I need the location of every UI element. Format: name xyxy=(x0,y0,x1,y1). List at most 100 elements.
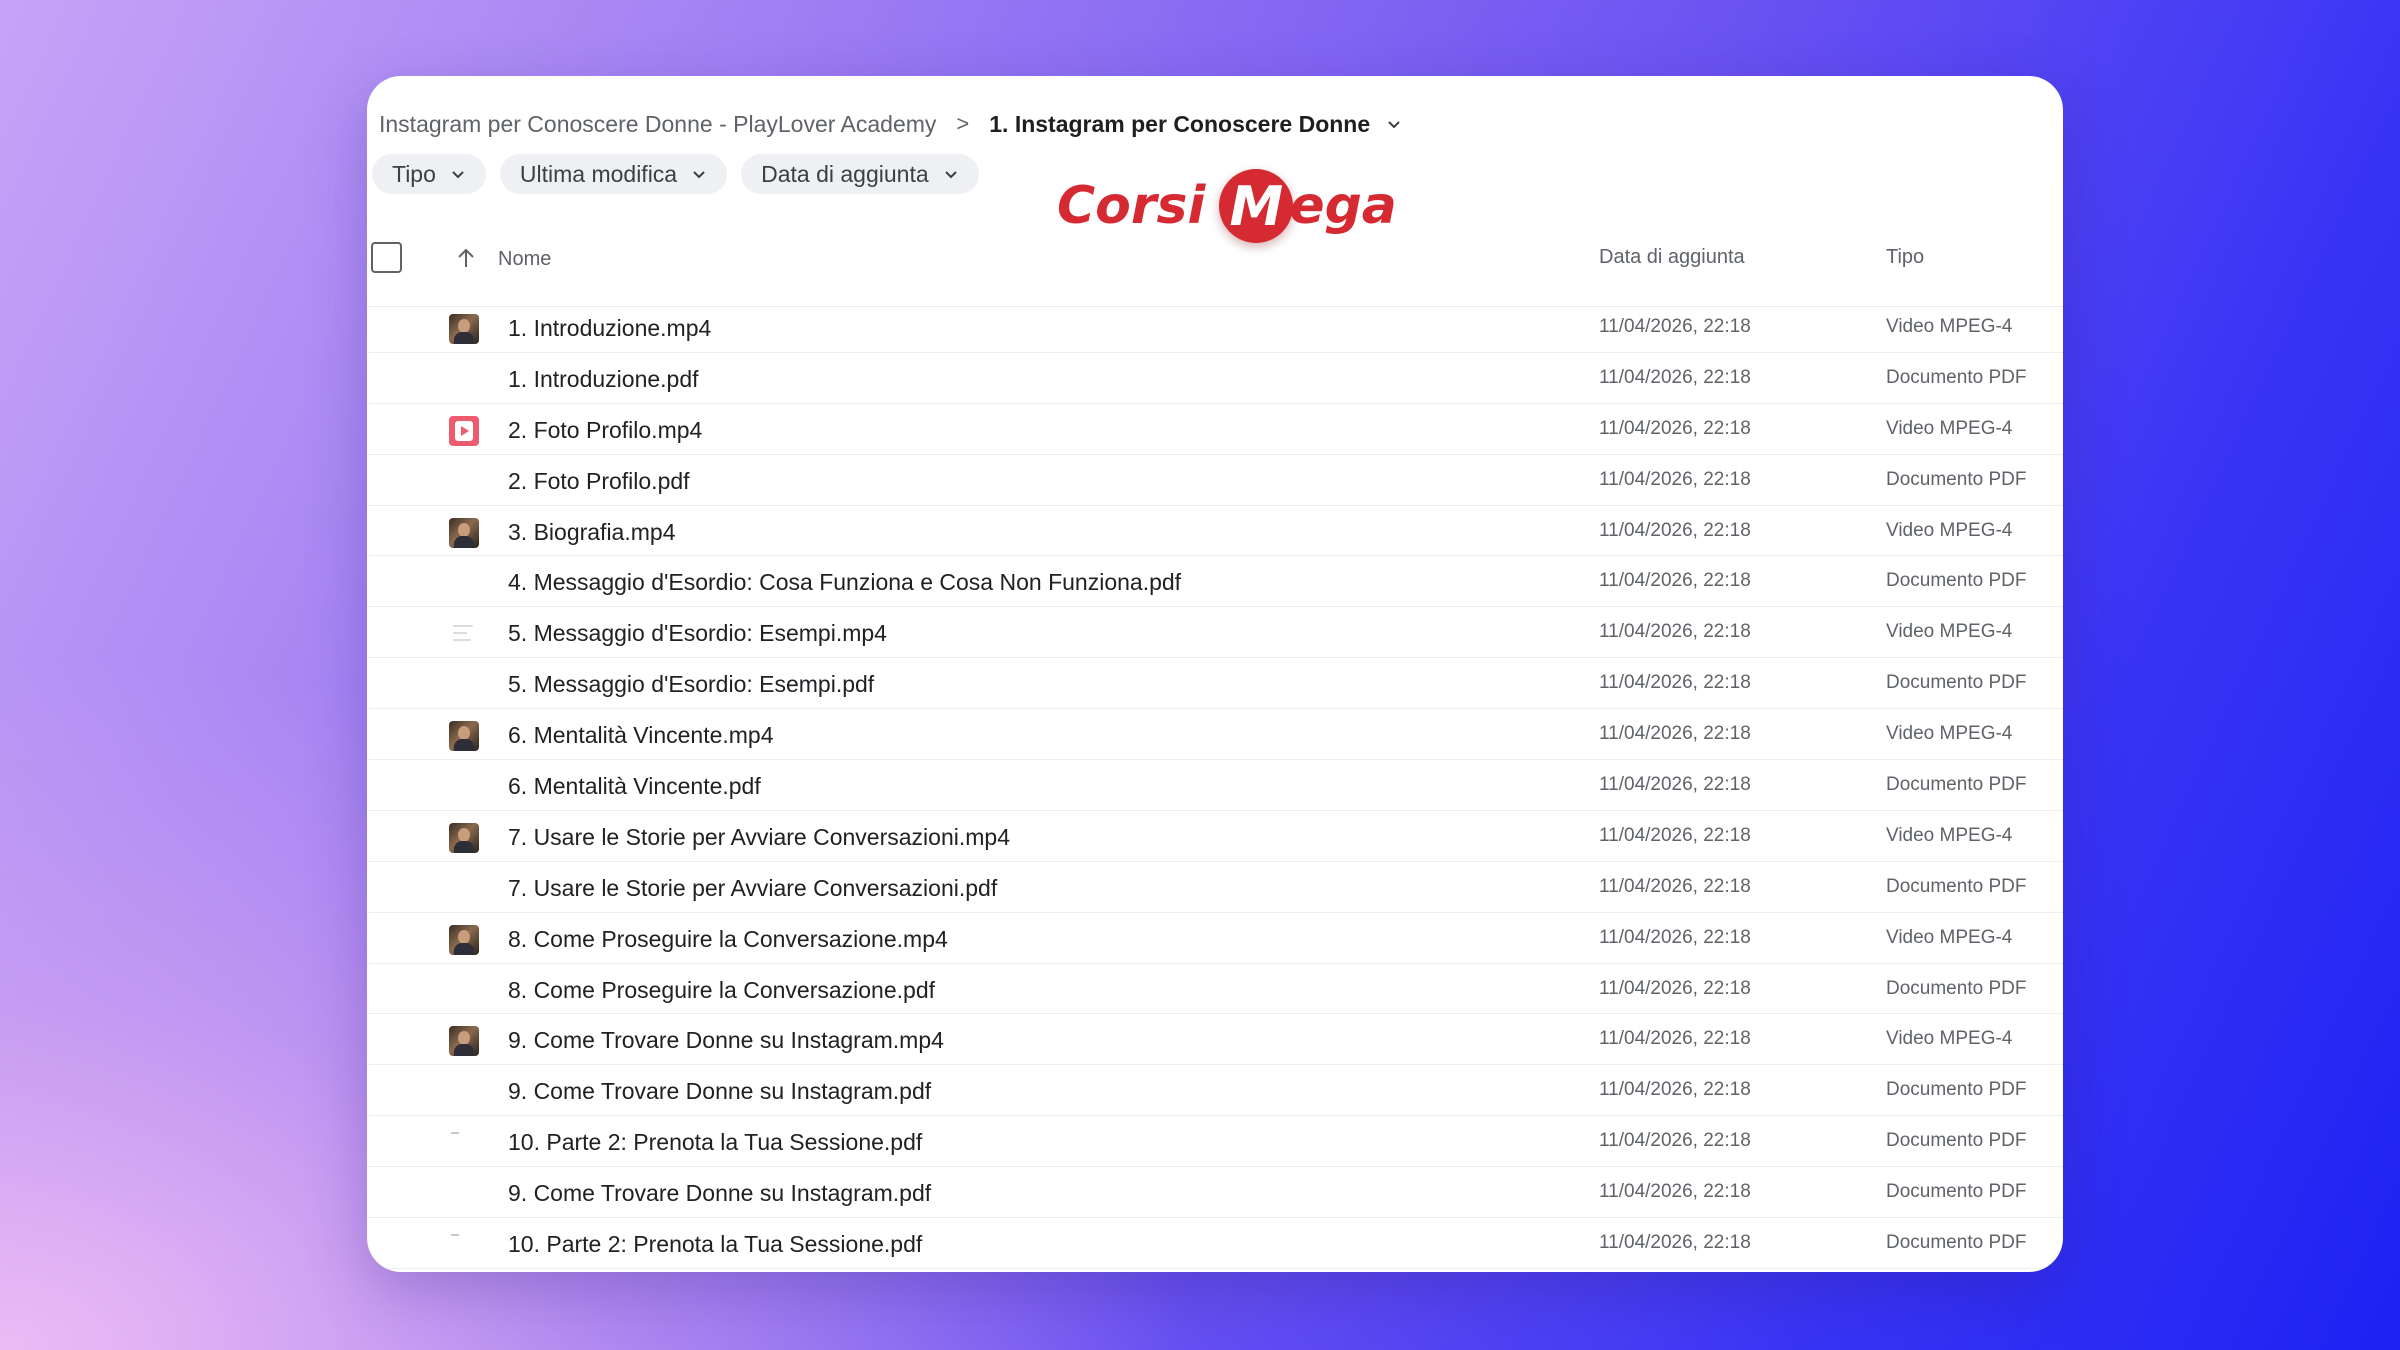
column-header-type[interactable]: Tipo xyxy=(1886,246,1924,269)
filter-bar: Tipo Ultima modifica Data di aggiunta xyxy=(372,154,979,194)
file-type: Documento PDF xyxy=(1886,366,2027,388)
file-date-added: 11/04/2026, 22:18 xyxy=(1599,316,1751,337)
file-date-added: 11/04/2026, 22:18 xyxy=(1599,519,1751,541)
file-row[interactable]: 8. Come Proseguire la Conversazione.mp4 1… xyxy=(367,913,2063,964)
file-row[interactable]: 6. Mentalità Vincente.mp4 11/04/2026, 22:… xyxy=(367,709,2063,761)
file-row[interactable]: 9. Come Trovare Donne su Instagram.mp4 11… xyxy=(367,1014,2063,1066)
file-name[interactable]: 9. Come Trovare Donne su Instagram.pdf xyxy=(508,1078,931,1105)
file-row[interactable]: 2. Foto Profilo.mp4 11/04/2026, 22:18 Vide… xyxy=(367,404,2063,455)
file-type: Documento PDF xyxy=(1886,1181,2027,1203)
file-type: Video MPEG-4 xyxy=(1886,926,2013,948)
video-thumbnail-icon xyxy=(449,517,479,548)
column-header-name[interactable]: Nome xyxy=(498,248,551,271)
file-date-added: 11/04/2026, 22:18 xyxy=(1599,977,1751,999)
breadcrumb-current[interactable]: 1. Instagram per Conoscere Donne xyxy=(989,111,1370,138)
file-date-added: 11/04/2026, 22:18 xyxy=(1599,926,1751,948)
file-type: Video MPEG-4 xyxy=(1886,519,2013,541)
file-type: Video MPEG-4 xyxy=(1886,316,2013,337)
file-row[interactable]: 5. Messaggio d'Esordio: Esempi.mp4 11/04/… xyxy=(367,607,2063,659)
file-type: Documento PDF xyxy=(1886,1130,2027,1152)
video-thumbnail-icon xyxy=(449,822,479,853)
select-all-checkbox[interactable] xyxy=(371,242,402,273)
file-name[interactable]: 8. Come Proseguire la Conversazione.pdf xyxy=(508,977,935,1004)
file-row[interactable]: 9. Come Trovare Donne su Instagram.pdf 11… xyxy=(367,1167,2063,1219)
file-row[interactable]: 3. Biografia.mp4 11/04/2026, 22:18 Video M… xyxy=(367,506,2063,557)
document-icon xyxy=(449,874,479,904)
document-icon xyxy=(449,1179,479,1209)
filter-last-modified[interactable]: Ultima modifica xyxy=(499,154,728,194)
file-name[interactable]: 5. Messaggio d'Esordio: Esempi.pdf xyxy=(508,671,874,698)
file-row[interactable]: 10. Parte 2: Prenota la Tua Sessione.pdf… xyxy=(367,1116,2063,1168)
file-name[interactable]: 4. Messaggio d'Esordio: Cosa Funziona e … xyxy=(508,569,1181,596)
file-date-added: 11/04/2026, 22:18 xyxy=(1599,468,1751,490)
file-name[interactable]: 6. Mentalità Vincente.pdf xyxy=(508,773,761,800)
file-name[interactable]: 1. Introduzione.mp4 xyxy=(508,315,711,342)
file-browser-window: Instagram per Conoscere Donne - PlayLove… xyxy=(367,76,2063,1272)
file-row[interactable]: 10. Parte 2: Prenota la Tua Sessione.pdf… xyxy=(367,1218,2063,1269)
file-name[interactable]: 9. Come Trovare Donne su Instagram.mp4 xyxy=(508,1027,944,1054)
file-date-added: 11/04/2026, 22:18 xyxy=(1599,824,1751,846)
file-type: Documento PDF xyxy=(1886,468,2027,490)
column-header-date-added[interactable]: Data di aggiunta xyxy=(1599,246,1745,269)
file-row[interactable]: 6. Mentalità Vincente.pdf 11/04/2026, 22:… xyxy=(367,760,2063,811)
breadcrumb-separator: > xyxy=(956,111,970,136)
file-name[interactable]: 5. Messaggio d'Esordio: Esempi.mp4 xyxy=(508,620,887,647)
file-date-added: 11/04/2026, 22:18 xyxy=(1599,1130,1751,1152)
filter-label: Tipo xyxy=(392,160,436,187)
file-date-added: 11/04/2026, 22:18 xyxy=(1599,774,1751,796)
document-icon xyxy=(449,467,479,497)
file-type: Documento PDF xyxy=(1886,774,2027,796)
file-name[interactable]: 10. Parte 2: Prenota la Tua Sessione.pdf xyxy=(508,1231,922,1258)
chevron-down-icon[interactable] xyxy=(1384,114,1404,134)
document-icon xyxy=(449,976,479,1006)
file-row[interactable]: 1. Introduzione.pdf 11/04/2026, 22:18 Docu… xyxy=(367,353,2063,404)
file-date-added: 11/04/2026, 22:18 xyxy=(1599,570,1751,592)
file-name[interactable]: 2. Foto Profilo.mp4 xyxy=(508,417,702,444)
file-row[interactable]: 5. Messaggio d'Esordio: Esempi.pdf 11/04/… xyxy=(367,658,2063,710)
file-name[interactable]: 9. Come Trovare Donne su Instagram.pdf xyxy=(508,1180,931,1207)
filter-date-added[interactable]: Data di aggiunta xyxy=(741,154,979,194)
chevron-down-icon xyxy=(452,171,464,179)
file-row[interactable]: 2. Foto Profilo.pdf 11/04/2026, 22:18 Docu… xyxy=(367,455,2063,506)
file-name[interactable]: 2. Foto Profilo.pdf xyxy=(508,468,690,495)
file-row[interactable]: 9. Come Trovare Donne su Instagram.pdf 11… xyxy=(367,1065,2063,1117)
file-name[interactable]: 7. Usare le Storie per Avviare Conversaz… xyxy=(508,824,1010,851)
breadcrumb-parent[interactable]: Instagram per Conoscere Donne - PlayLove… xyxy=(379,111,936,138)
filter-label: Data di aggiunta xyxy=(761,160,929,187)
file-name[interactable]: 6. Mentalità Vincente.mp4 xyxy=(508,722,774,749)
file-name[interactable]: 1. Introduzione.pdf xyxy=(508,366,699,393)
file-name[interactable]: 7. Usare le Storie per Avviare Conversaz… xyxy=(508,875,997,902)
video-thumbnail-icon xyxy=(449,1026,479,1057)
file-type: Documento PDF xyxy=(1886,672,2027,694)
file-date-added: 11/04/2026, 22:18 xyxy=(1599,723,1751,745)
document-icon xyxy=(449,772,479,802)
filter-label: Ultima modifica xyxy=(519,160,678,187)
table-header: Nome Data di aggiunta Tipo xyxy=(367,226,2063,307)
document-icon xyxy=(449,670,479,700)
breadcrumb: Instagram per Conoscere Donne - PlayLove… xyxy=(379,96,1404,152)
video-thumbnail-icon xyxy=(449,924,479,955)
file-date-added: 11/04/2026, 22:18 xyxy=(1599,621,1751,643)
file-name[interactable]: 8. Come Proseguire la Conversazione.mp4 xyxy=(508,926,948,953)
file-row[interactable]: 4. Messaggio d'Esordio: Cosa Funziona e … xyxy=(367,556,2063,608)
file-row[interactable]: 7. Usare le Storie per Avviare Conversaz… xyxy=(367,862,2063,913)
document-icon xyxy=(449,1077,479,1107)
file-name[interactable]: 10. Parte 2: Prenota la Tua Sessione.pdf xyxy=(508,1129,922,1156)
file-name[interactable]: 3. Biografia.mp4 xyxy=(508,519,675,546)
sort-ascending-icon[interactable] xyxy=(455,246,477,270)
file-type: Documento PDF xyxy=(1886,570,2027,592)
file-type: Documento PDF xyxy=(1886,1232,2027,1254)
file-row[interactable]: 8. Come Proseguire la Conversazione.pdf 1… xyxy=(367,964,2063,1015)
file-type: Video MPEG-4 xyxy=(1886,723,2013,745)
file-row[interactable]: 7. Usare le Storie per Avviare Conversaz… xyxy=(367,811,2063,862)
file-date-added: 11/04/2026, 22:18 xyxy=(1599,1181,1751,1203)
file-date-added: 11/04/2026, 22:18 xyxy=(1599,366,1751,388)
file-type: Video MPEG-4 xyxy=(1886,824,2013,846)
file-date-added: 11/04/2026, 22:18 xyxy=(1599,875,1751,897)
file-date-added: 11/04/2026, 22:18 xyxy=(1599,672,1751,694)
document-thumbnail-icon xyxy=(449,1230,479,1260)
file-row[interactable]: 1. Introduzione.mp4 11/04/2026, 22:18 Vide… xyxy=(367,302,2063,353)
filter-type[interactable]: Tipo xyxy=(372,154,486,194)
file-type: Documento PDF xyxy=(1886,977,2027,999)
file-date-added: 11/04/2026, 22:18 xyxy=(1599,1079,1751,1101)
